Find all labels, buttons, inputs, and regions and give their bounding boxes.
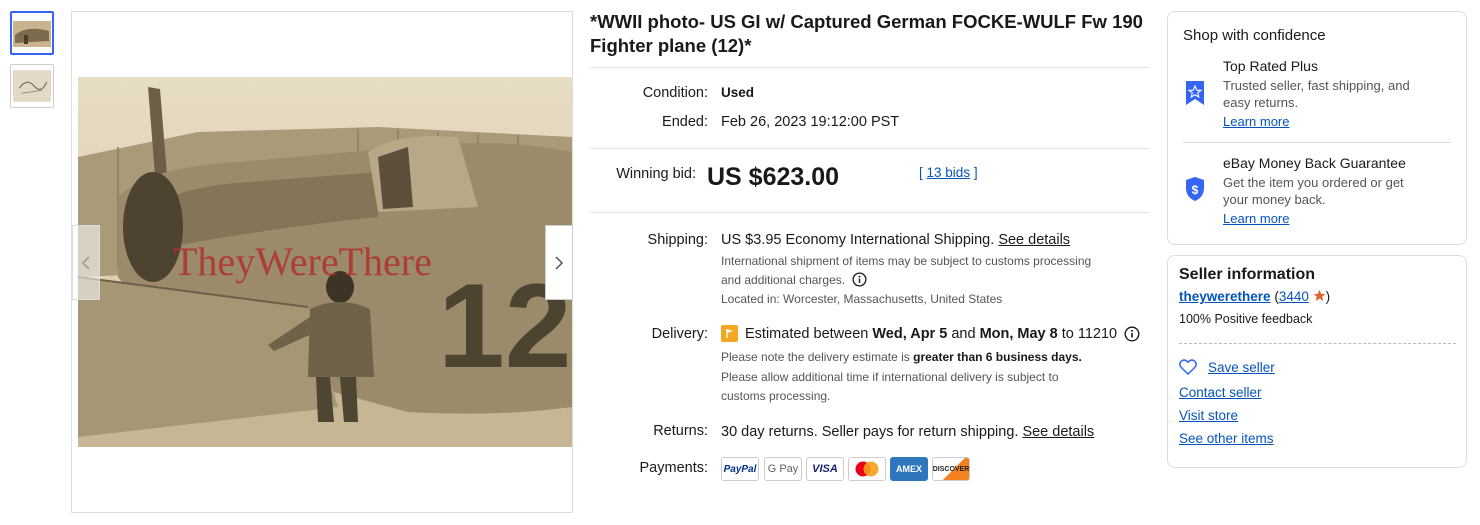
money-back-learn-more-link[interactable]: Learn more	[1223, 211, 1289, 226]
condition-label: Condition:	[642, 85, 708, 101]
seller-name-row: theywerethere (3440 )	[1179, 289, 1331, 305]
listing-title: *WWII photo- US GI w/ Captured German FO…	[590, 11, 1143, 56]
chevron-left-icon	[81, 255, 90, 270]
star-icon	[1313, 289, 1326, 305]
money-back-description: Get the item you ordered or get your mon…	[1223, 175, 1404, 207]
flag-icon	[721, 325, 738, 342]
seller-information-panel: Seller information theywerethere (3440 )…	[1167, 255, 1467, 468]
watermark-text: TheyWereThere	[173, 239, 432, 284]
condition-value: Used	[721, 85, 755, 100]
seller-name-link[interactable]: theywerethere	[1179, 289, 1271, 304]
divider	[590, 67, 1150, 68]
ended-label: Ended:	[662, 114, 708, 130]
top-rated-learn-more-link[interactable]: Learn more	[1223, 114, 1289, 129]
divider	[1183, 142, 1451, 143]
shipping-see-details-link[interactable]: See details	[998, 232, 1070, 248]
contact-seller-link[interactable]: Contact seller	[1179, 385, 1262, 400]
amex-logo: AMEX	[890, 457, 928, 481]
google-pay-logo: G Pay	[764, 457, 802, 481]
main-photo: 12 TheyWereThere	[78, 77, 572, 447]
next-image-button[interactable]	[545, 225, 573, 300]
top-rated-badge-icon	[1184, 80, 1206, 111]
money-back-title: eBay Money Back Guarantee	[1223, 155, 1406, 171]
top-rated-description: Trusted seller, fast shipping, and easy …	[1223, 78, 1410, 110]
delivery-note-1: Please note the delivery estimate is gre…	[721, 350, 1082, 364]
divider	[1179, 343, 1456, 344]
delivery-estimate: Estimated between Wed, Apr 5 and Mon, Ma…	[745, 326, 1118, 342]
previous-image-button[interactable]	[72, 225, 100, 300]
shipping-info: US $3.95 Economy International Shipping.…	[721, 232, 1071, 248]
returns-see-details-link[interactable]: See details	[1022, 424, 1094, 440]
item-location: Located in: Worcester, Massachusetts, Un…	[721, 292, 1003, 306]
main-image-frame[interactable]: 12 TheyWereThere	[71, 11, 573, 513]
discover-logo: DISCOVER	[932, 457, 970, 481]
paypal-logo: PayPal	[721, 457, 759, 481]
thumbnail-2-image	[11, 65, 53, 107]
bid-count: [ 13 bids ]	[919, 165, 978, 180]
delivery-note-2-line1: Please allow additional time if internat…	[721, 370, 1059, 384]
returns-info: 30 day returns. Seller pays for return s…	[721, 424, 1095, 440]
divider	[590, 212, 1150, 213]
returns-label: Returns:	[653, 423, 708, 439]
thumbnail-1[interactable]	[10, 11, 54, 55]
save-seller-button[interactable]: Save seller	[1179, 359, 1275, 375]
shipping-note-line1: International shipment of items may be s…	[721, 254, 1092, 268]
save-seller-link[interactable]: Save seller	[1208, 360, 1275, 375]
confidence-heading: Shop with confidence	[1183, 27, 1326, 44]
divider	[590, 148, 1150, 149]
visit-store-link[interactable]: Visit store	[1179, 408, 1238, 423]
chevron-right-icon	[555, 255, 564, 270]
svg-text:$: $	[1192, 183, 1199, 197]
ended-value: Feb 26, 2023 19:12:00 PST	[721, 114, 900, 130]
delivery-note-2-line2: customs processing.	[721, 389, 831, 403]
delivery-label: Delivery:	[651, 326, 708, 342]
winning-bid-label: Winning bid:	[616, 166, 696, 182]
thumbnail-1-image	[12, 13, 52, 53]
payments-label: Payments:	[639, 460, 709, 476]
thumbnail-2[interactable]	[10, 64, 54, 108]
feedback-score-link[interactable]: 3440	[1279, 289, 1309, 304]
mastercard-logo	[848, 457, 886, 481]
delivery-info-icon[interactable]	[1124, 326, 1140, 347]
bid-history-link[interactable]: 13 bids	[927, 165, 971, 180]
positive-feedback: 100% Positive feedback	[1179, 312, 1313, 326]
heart-icon	[1179, 359, 1197, 375]
top-rated-title: Top Rated Plus	[1223, 58, 1318, 74]
shield-dollar-icon: $	[1184, 176, 1206, 207]
seller-heading: Seller information	[1179, 266, 1316, 283]
shop-with-confidence-panel: Shop with confidence Top Rated Plus Trus…	[1167, 11, 1467, 245]
shipping-label: Shipping:	[647, 232, 708, 248]
visa-logo: VISA	[806, 457, 844, 481]
winning-bid-amount: US $623.00	[707, 163, 840, 191]
see-other-items-link[interactable]: See other items	[1179, 431, 1274, 446]
